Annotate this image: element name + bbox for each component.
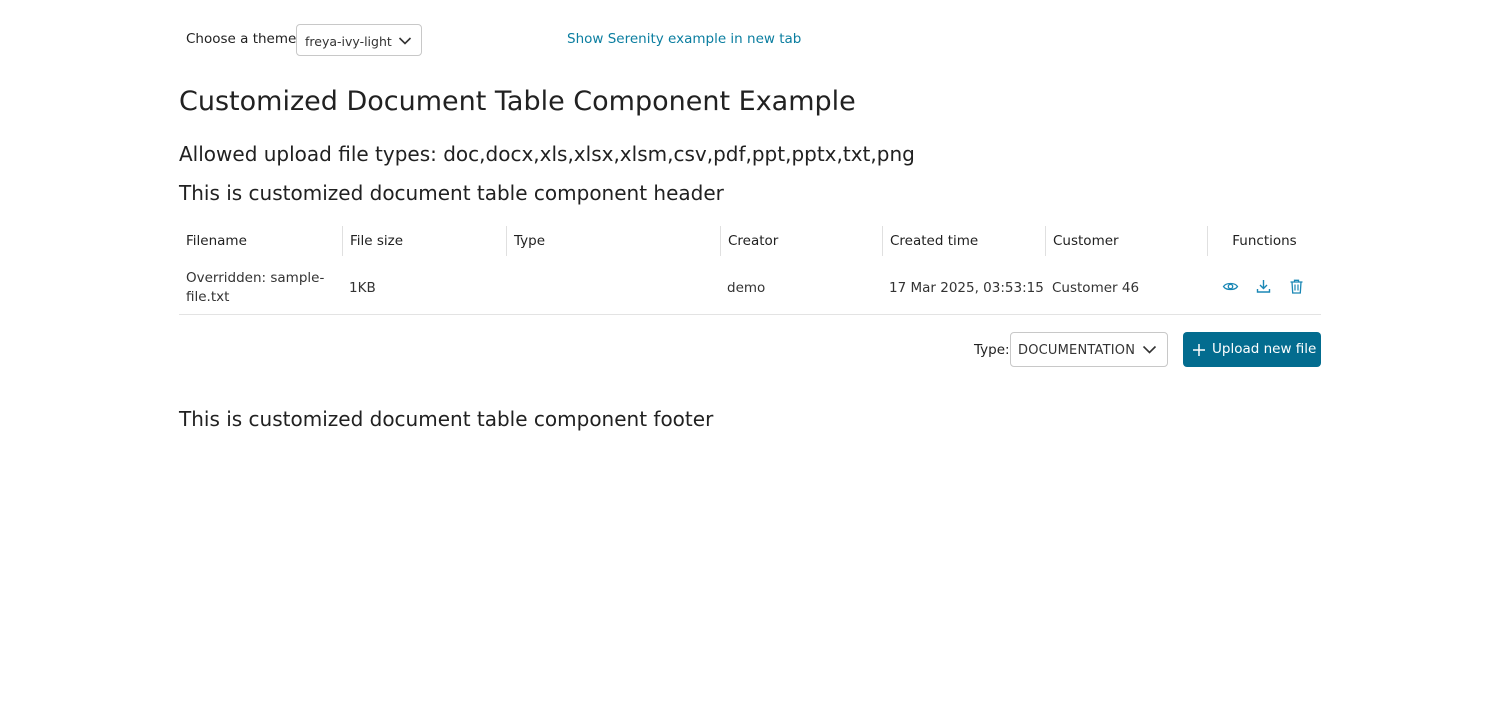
column-header-creator[interactable]: Creator — [720, 226, 882, 256]
trash-icon[interactable] — [1288, 278, 1306, 296]
column-header-customer[interactable]: Customer — [1045, 226, 1207, 256]
type-label: Type: — [974, 342, 1010, 358]
column-header-created-time[interactable]: Created time — [882, 226, 1045, 256]
cell-creator: demo — [727, 280, 766, 296]
allowed-file-types-heading: Allowed upload file types: doc,docx,xls,… — [179, 142, 915, 166]
chevron-down-icon — [398, 33, 412, 52]
cell-filename: Overridden: sample-file.txt — [186, 270, 325, 305]
theme-select[interactable]: freya-ivy-light — [296, 24, 422, 56]
cell-file-size: 1KB — [349, 280, 376, 296]
page-title: Customized Document Table Component Exam… — [179, 86, 856, 117]
document-type-value: DOCUMENTATION — [1018, 343, 1136, 358]
download-icon[interactable] — [1255, 278, 1273, 296]
upload-new-file-button[interactable]: Upload new file — [1183, 332, 1321, 367]
table-footer-heading: This is customized document table compon… — [179, 407, 714, 431]
document-type-select[interactable]: DOCUMENTATION — [1010, 332, 1168, 367]
column-header-functions: Functions — [1207, 226, 1321, 256]
chevron-down-icon — [1142, 342, 1157, 361]
upload-button-label: Upload new file — [1212, 341, 1317, 357]
table-header-heading: This is customized document table compon… — [179, 181, 724, 205]
cell-customer: Customer 46 — [1052, 280, 1140, 296]
table-header-row: Filename File size Type Creator Created … — [179, 226, 1321, 256]
column-header-file-size[interactable]: File size — [342, 226, 506, 256]
column-header-filename[interactable]: Filename — [179, 226, 342, 256]
cell-created-time: 17 Mar 2025, 03:53:15 — [889, 280, 1044, 296]
column-header-type[interactable]: Type — [506, 226, 720, 256]
theme-select-value: freya-ivy-light — [305, 34, 392, 49]
table-row: Overridden: sample-file.txt 1KB demo 17 … — [179, 262, 1321, 315]
plus-icon — [1192, 342, 1206, 361]
theme-label: Choose a theme — [186, 31, 297, 47]
serenity-example-link[interactable]: Show Serenity example in new tab — [567, 31, 801, 47]
eye-icon[interactable] — [1222, 278, 1240, 296]
